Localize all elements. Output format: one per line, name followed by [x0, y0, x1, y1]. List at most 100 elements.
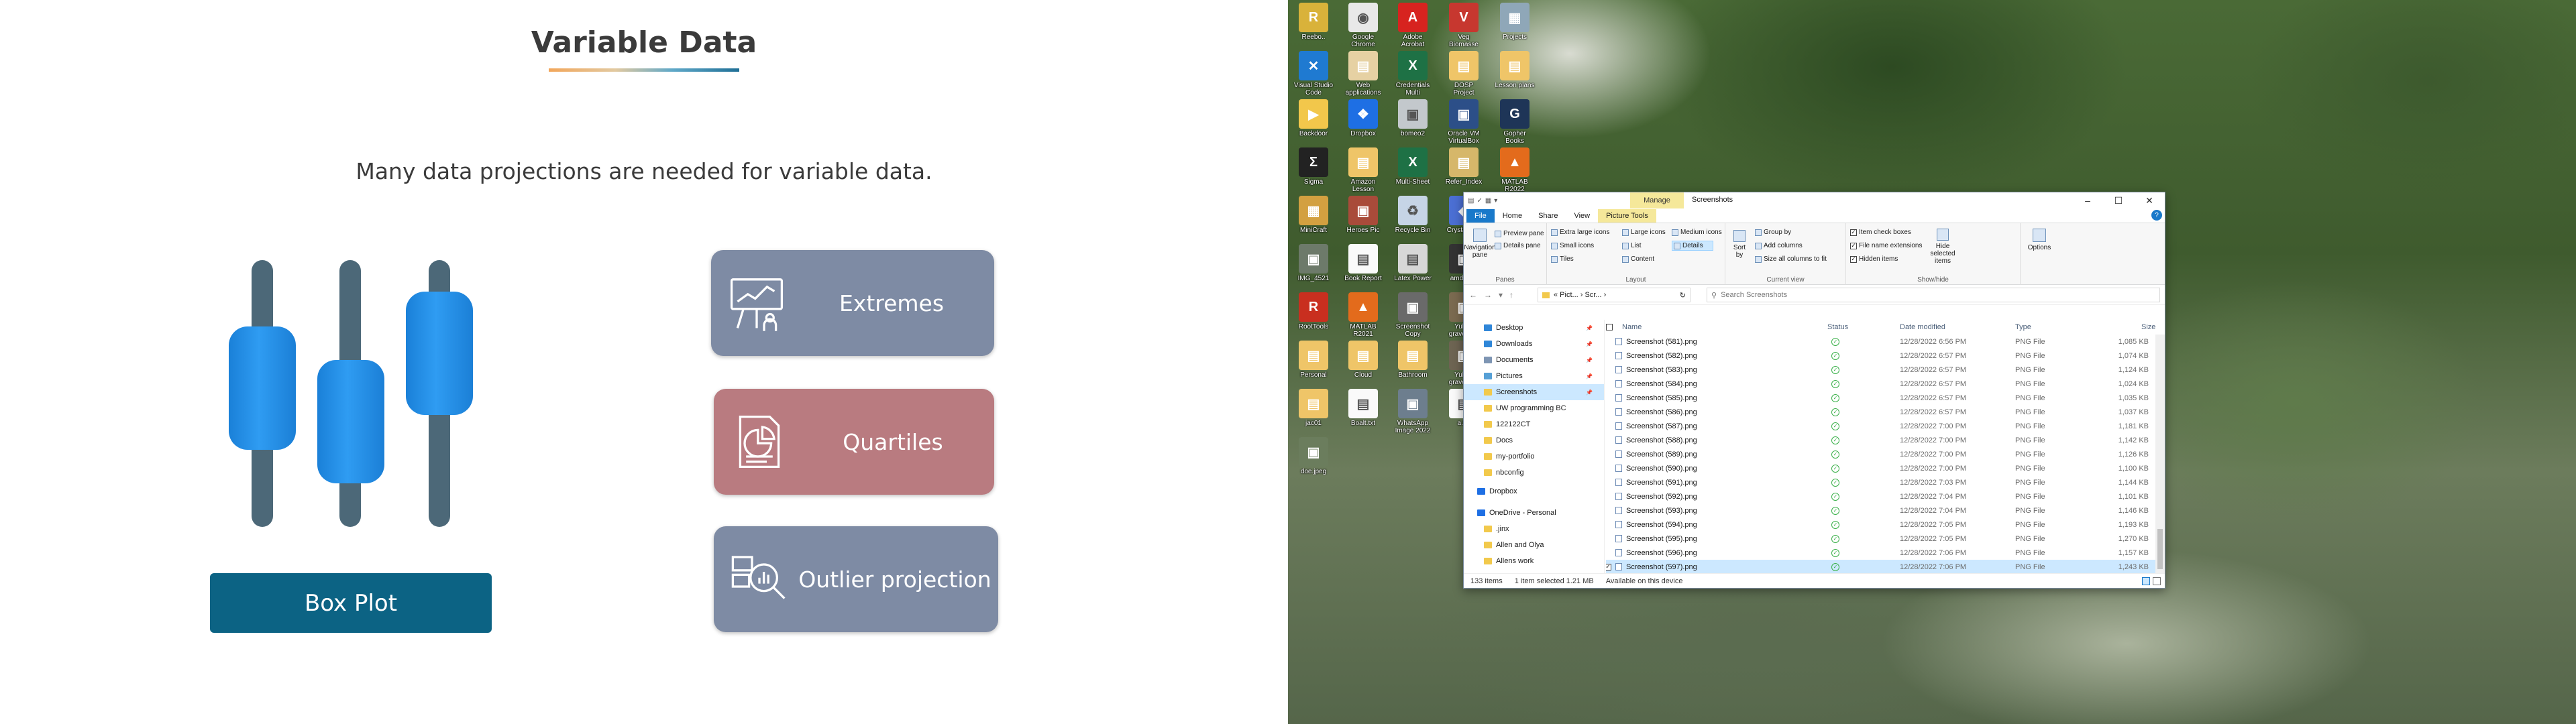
nav-item[interactable]: Allen and Olya	[1464, 537, 1604, 553]
nav-item[interactable]: 122122CT	[1464, 416, 1604, 432]
options-button[interactable]: Options	[2026, 229, 2053, 251]
file-name-extensions-toggle[interactable]: ✓ File name extensions	[1850, 242, 1923, 249]
help-icon[interactable]: ?	[2151, 210, 2162, 221]
file-row[interactable]: Screenshot (592).png ✓ 12/28/2022 7:04 PM P…	[1606, 489, 2165, 503]
file-row[interactable]: Screenshot (594).png ✓ 12/28/2022 7:05 PM P…	[1606, 518, 2165, 532]
hidden-items-toggle[interactable]: ✓ Hidden items	[1850, 255, 1898, 263]
card-quartiles[interactable]: Quartiles	[714, 389, 994, 495]
large-icons-view-icon[interactable]	[2153, 577, 2161, 585]
pin-icon[interactable]: 📌	[1586, 373, 1593, 379]
checkbox-checked[interactable]: ✓	[1850, 242, 1857, 249]
nav-item[interactable]: .jinx	[1464, 521, 1604, 537]
sort-by-button[interactable]: Sort by	[1729, 230, 1750, 259]
add-columns-button[interactable]: Add columns	[1755, 242, 1803, 249]
tab-file[interactable]: File	[1466, 209, 1495, 223]
tab-home[interactable]: Home	[1495, 209, 1530, 223]
file-row[interactable]: Screenshot (582).png ✓ 12/28/2022 6:57 PM P…	[1606, 349, 2165, 363]
window-titlebar[interactable]: ▤ ✓ ▦ ▾ Manage Screenshots – ☐ ✕	[1464, 192, 2165, 208]
nav-item[interactable]: Docs	[1464, 432, 1604, 448]
scrollbar-thumb[interactable]	[2157, 529, 2163, 569]
nav-item[interactable]: Allens work	[1464, 553, 1604, 569]
minimize-icon[interactable]: –	[2072, 192, 2103, 208]
maximize-icon[interactable]: ☐	[2103, 192, 2134, 208]
desktop-icon[interactable]: ▤ Boalt.txt	[1343, 389, 1383, 452]
column-type[interactable]: Type	[2015, 323, 2031, 331]
card-extremes[interactable]: Extremes	[711, 250, 994, 356]
layout-medium-icons[interactable]: Medium icons	[1672, 229, 1722, 236]
up-arrow-icon[interactable]: ↑	[1509, 290, 1513, 300]
nav-item[interactable]: OneDrive - Personal	[1464, 505, 1604, 521]
refresh-icon[interactable]: ↻	[1680, 291, 1686, 300]
file-row[interactable]: Screenshot (581).png ✓ 12/28/2022 6:56 PM P…	[1606, 335, 2165, 349]
file-row[interactable]: ✓ Screenshot (597).png ✓ 12/28/2022 7:06 PM…	[1606, 560, 2165, 573]
checkmark-icon[interactable]: ✓	[1477, 197, 1482, 204]
desktop-icon[interactable]: ▣ WhatsApp Image 2022	[1393, 389, 1433, 452]
new-folder-icon[interactable]: ▦	[1485, 197, 1491, 204]
nav-item[interactable]: Desktop 📌	[1464, 320, 1604, 336]
close-icon[interactable]: ✕	[2134, 192, 2165, 208]
box-plot-button[interactable]: Box Plot	[210, 573, 492, 633]
file-row[interactable]: Screenshot (590).png ✓ 12/28/2022 7:00 PM P…	[1606, 461, 2165, 475]
file-row[interactable]: Screenshot (591).png ✓ 12/28/2022 7:03 PM P…	[1606, 475, 2165, 489]
nav-item[interactable]: my-portfolio	[1464, 448, 1604, 465]
nav-item[interactable]: Screenshots 📌	[1464, 384, 1604, 400]
chevron-down-icon[interactable]: ▾	[1494, 197, 1497, 204]
file-row[interactable]: Screenshot (586).png ✓ 12/28/2022 6:57 PM P…	[1606, 405, 2165, 419]
nav-item[interactable]: Pictures 📌	[1464, 368, 1604, 384]
preview-pane-button[interactable]: Preview pane	[1495, 230, 1544, 237]
pin-icon[interactable]: 📌	[1586, 325, 1593, 331]
column-name[interactable]: Name	[1622, 323, 1642, 331]
file-row[interactable]: Screenshot (584).png ✓ 12/28/2022 6:57 PM P…	[1606, 377, 2165, 391]
address-bar[interactable]: « Pict... › Scr... › ↻	[1538, 288, 1690, 302]
layout-small-icons[interactable]: Small icons	[1551, 242, 1594, 249]
details-pane-button[interactable]: Details pane	[1495, 242, 1541, 249]
manage-context-tab[interactable]: Manage	[1630, 192, 1684, 208]
checkbox-checked[interactable]: ✓	[1850, 229, 1857, 236]
layout-large-icons[interactable]: Large icons	[1622, 229, 1666, 236]
folder-icon[interactable]: ▤	[1468, 197, 1474, 204]
details-view-icon[interactable]	[2142, 577, 2150, 585]
row-checkbox[interactable]: ✓	[1606, 563, 1611, 570]
tab-picture-tools[interactable]: Picture Tools	[1598, 209, 1656, 223]
hide-selected-items-button[interactable]: Hide selected items	[1925, 229, 1960, 265]
layout-extra-large-icons[interactable]: Extra large icons	[1551, 229, 1609, 236]
desktop-icon[interactable]: ▣ doe.jpeg	[1293, 437, 1334, 500]
column-status[interactable]: Status	[1827, 323, 1848, 331]
navigation-pane-button[interactable]: Navigation pane	[1464, 229, 1496, 259]
pin-icon[interactable]: 📌	[1586, 389, 1593, 396]
layout-content[interactable]: Content	[1622, 255, 1654, 263]
forward-arrow-icon[interactable]: →	[1484, 290, 1492, 300]
checkbox-checked[interactable]: ✓	[1850, 255, 1857, 263]
size-columns-button[interactable]: Size all columns to fit	[1755, 255, 1827, 263]
file-row[interactable]: Screenshot (589).png ✓ 12/28/2022 7:00 PM P…	[1606, 447, 2165, 461]
file-row[interactable]: Screenshot (585).png ✓ 12/28/2022 6:57 PM P…	[1606, 391, 2165, 405]
layout-tiles[interactable]: Tiles	[1551, 255, 1574, 263]
file-row[interactable]: Screenshot (588).png ✓ 12/28/2022 7:00 PM P…	[1606, 433, 2165, 447]
nav-item[interactable]: Documents 📌	[1464, 352, 1604, 368]
file-list[interactable]: Name Status Date modified Type Size Scre…	[1606, 320, 2165, 573]
select-all-checkbox[interactable]	[1606, 324, 1613, 330]
file-row[interactable]: Screenshot (583).png ✓ 12/28/2022 6:57 PM P…	[1606, 363, 2165, 377]
card-outlier-projection[interactable]: Outlier projection	[714, 526, 998, 632]
search-box[interactable]: ⚲ Search Screenshots	[1707, 288, 2160, 302]
tab-view[interactable]: View	[1566, 209, 1598, 223]
layout-details[interactable]: Details	[1672, 241, 1713, 251]
pin-icon[interactable]: 📌	[1586, 341, 1593, 347]
column-date-modified[interactable]: Date modified	[1900, 323, 1945, 331]
vertical-scrollbar[interactable]	[2155, 335, 2165, 573]
nav-item[interactable]: UW programming BC	[1464, 400, 1604, 416]
file-row[interactable]: Screenshot (595).png ✓ 12/28/2022 7:05 PM P…	[1606, 532, 2165, 546]
navigation-pane[interactable]: Desktop 📌 Downloads 📌 Documents 📌 Pictures 📌 Scr…	[1464, 320, 1605, 573]
item-check-boxes-toggle[interactable]: ✓ Item check boxes	[1850, 229, 1911, 236]
file-row[interactable]: Screenshot (593).png ✓ 12/28/2022 7:04 PM P…	[1606, 503, 2165, 518]
file-explorer-window[interactable]: ▤ ✓ ▦ ▾ Manage Screenshots – ☐ ✕ File Home …	[1463, 192, 2165, 589]
column-size[interactable]: Size	[2141, 323, 2155, 331]
nav-item[interactable]: Dropbox	[1464, 483, 1604, 499]
tab-share[interactable]: Share	[1530, 209, 1566, 223]
file-row[interactable]: Screenshot (596).png ✓ 12/28/2022 7:06 PM P…	[1606, 546, 2165, 560]
group-by-button[interactable]: Group by	[1755, 229, 1791, 236]
nav-item[interactable]: Downloads 📌	[1464, 336, 1604, 352]
layout-list[interactable]: List	[1622, 242, 1642, 249]
back-arrow-icon[interactable]: ←	[1469, 290, 1477, 300]
recent-dropdown-icon[interactable]: ▾	[1499, 290, 1503, 300]
